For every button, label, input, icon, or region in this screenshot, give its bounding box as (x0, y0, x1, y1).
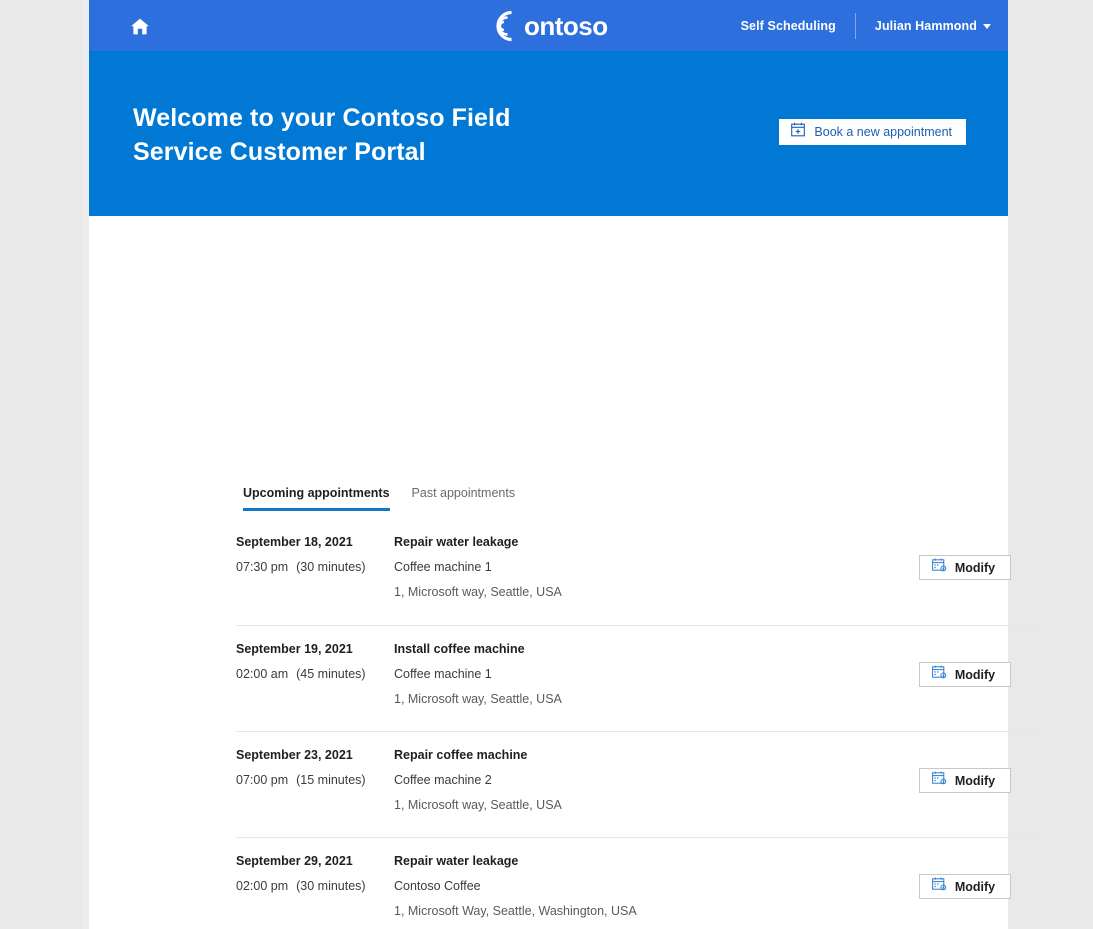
calendar-settings-icon (931, 558, 947, 577)
self-scheduling-link[interactable]: Self Scheduling (741, 19, 836, 33)
appointment-time: 07:00 pm (15 minutes) (236, 773, 394, 787)
appointment-when: September 23, 2021 07:00 pm (15 minutes) (236, 732, 394, 787)
appointment-when: September 19, 2021 02:00 am (45 minutes) (236, 626, 394, 681)
appointments-list: September 18, 2021 07:30 pm (30 minutes) … (236, 519, 1039, 929)
appointment-actions: Modify (919, 732, 1039, 793)
tab-upcoming-appointments[interactable]: Upcoming appointments (243, 486, 390, 511)
appointment-actions: Modify (919, 838, 1039, 899)
appointment-asset: Coffee machine 1 (394, 667, 492, 681)
appointment-details: Repair coffee machine Coffee machine 2 1… (394, 732, 919, 812)
appointment-start-time: 02:00 pm (236, 879, 289, 893)
appointment-duration: (30 minutes) (296, 560, 366, 574)
modify-button-label: Modify (954, 667, 996, 682)
appointment-date: September 19, 2021 (236, 642, 353, 656)
appointment-duration: (30 minutes) (296, 879, 366, 893)
appointment-time: 02:00 am (45 minutes) (236, 667, 394, 681)
appointment-duration: (15 minutes) (296, 773, 366, 787)
page-title: Welcome to your Contoso Field Service Cu… (133, 104, 511, 166)
modify-button-label: Modify (954, 560, 996, 575)
appointment-title: Repair water leakage (394, 854, 519, 868)
table-row: September 18, 2021 07:30 pm (30 minutes) … (236, 519, 1039, 625)
appointment-asset: Coffee machine 1 (394, 560, 492, 574)
appointment-address: 1, Microsoft way, Seattle, USA (394, 692, 562, 706)
appointment-actions: Modify (919, 519, 1039, 580)
appointment-start-time: 02:00 am (236, 667, 289, 681)
home-icon[interactable] (127, 13, 153, 39)
svg-text:ontoso: ontoso (524, 11, 608, 41)
appointment-address: 1, Microsoft way, Seattle, USA (394, 798, 562, 812)
appointment-date: September 18, 2021 (236, 535, 353, 549)
top-navigation-bar: ontoso Self Scheduling Julian Hammond (89, 0, 1008, 51)
appointment-title: Install coffee machine (394, 642, 525, 656)
modify-button[interactable]: Modify (919, 768, 1011, 793)
appointment-time: 02:00 pm (30 minutes) (236, 879, 394, 893)
contoso-logo[interactable]: ontoso (490, 6, 608, 46)
appointment-title: Repair coffee machine (394, 748, 528, 762)
calendar-settings-icon (931, 665, 947, 684)
page-left-strip (82, 0, 89, 929)
calendar-settings-icon (931, 877, 947, 896)
appointment-time: 07:30 pm (30 minutes) (236, 560, 394, 574)
appointment-duration: (45 minutes) (296, 667, 366, 681)
user-menu-label: Julian Hammond (874, 18, 977, 33)
appointment-details: Repair water leakage Contoso Coffee 1, M… (394, 838, 919, 918)
appointment-start-time: 07:00 pm (236, 773, 289, 787)
nav-divider (854, 12, 856, 39)
appointment-address: 1, Microsoft Way, Seattle, Washington, U… (394, 904, 637, 918)
portal-surface: ontoso Self Scheduling Julian Hammond We… (89, 0, 1039, 929)
modify-button[interactable]: Modify (919, 662, 1011, 687)
calendar-plus-icon (791, 122, 806, 142)
tab-past-appointments[interactable]: Past appointments (412, 486, 516, 511)
page-root: ontoso Self Scheduling Julian Hammond We… (0, 0, 1093, 929)
user-menu[interactable]: Julian Hammond (875, 19, 991, 33)
table-row: September 19, 2021 02:00 am (45 minutes) … (236, 625, 1039, 731)
book-new-appointment-label: Book a new appointment (814, 125, 952, 139)
modify-button[interactable]: Modify (919, 874, 1011, 899)
appointment-start-time: 07:30 pm (236, 560, 289, 574)
book-new-appointment-button[interactable]: Book a new appointment (779, 119, 966, 145)
calendar-settings-icon (931, 771, 947, 790)
modify-button-label: Modify (954, 879, 996, 894)
appointment-actions: Modify (919, 626, 1039, 687)
appointment-date: September 23, 2021 (236, 748, 353, 762)
hero-banner: Welcome to your Contoso Field Service Cu… (89, 51, 1008, 216)
appointment-tabs: Upcoming appointments Past appointments (243, 486, 515, 511)
appointment-asset: Coffee machine 2 (394, 773, 492, 787)
appointment-address: 1, Microsoft way, Seattle, USA (394, 585, 562, 599)
table-row: September 23, 2021 07:00 pm (15 minutes) … (236, 731, 1039, 837)
appointment-date: September 29, 2021 (236, 854, 353, 868)
appointment-when: September 18, 2021 07:30 pm (30 minutes) (236, 519, 394, 574)
appointment-asset: Contoso Coffee (394, 879, 481, 893)
appointment-title: Repair water leakage (394, 535, 519, 549)
table-row: September 29, 2021 02:00 pm (30 minutes) … (236, 837, 1039, 929)
chevron-down-icon (983, 24, 991, 29)
appointment-details: Repair water leakage Coffee machine 1 1,… (394, 519, 919, 599)
appointment-details: Install coffee machine Coffee machine 1 … (394, 626, 919, 706)
modify-button-label: Modify (954, 773, 996, 788)
nav-right-group: Self Scheduling Julian Hammond (741, 0, 991, 51)
modify-button[interactable]: Modify (919, 555, 1011, 580)
appointment-when: September 29, 2021 02:00 pm (30 minutes) (236, 838, 394, 893)
